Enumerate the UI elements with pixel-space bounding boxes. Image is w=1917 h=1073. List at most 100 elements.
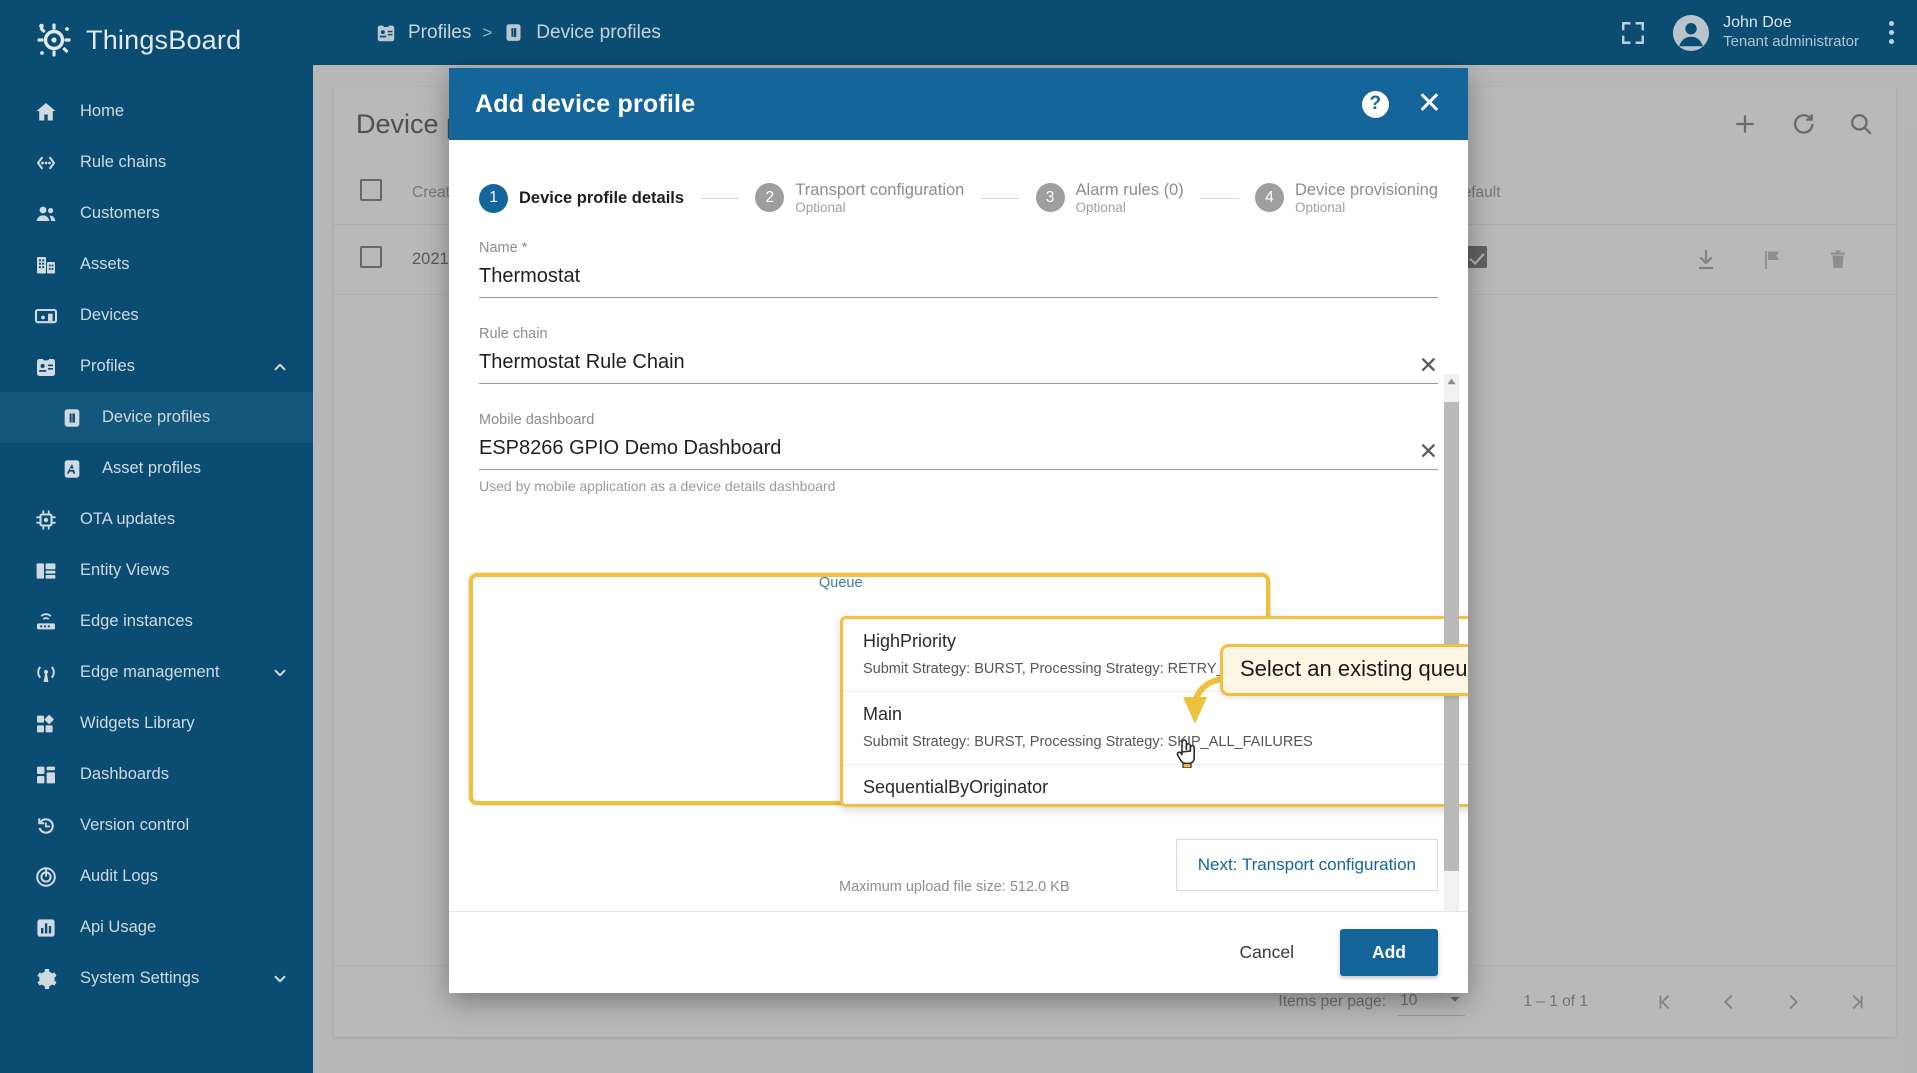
sidebar-item-edge-management[interactable]: Edge management (0, 647, 313, 698)
widgets-library-icon (34, 712, 58, 736)
sidebar-item-edge-instances[interactable]: Edge instances (0, 596, 313, 647)
sidebar-item-label: Asset profiles (102, 459, 202, 477)
api-usage-icon (34, 916, 58, 940)
stepper-step-1[interactable]: 1 Device profile details (479, 183, 684, 213)
clear-icon[interactable]: ✕ (1419, 439, 1438, 462)
sidebar-item-devices[interactable]: Devices (0, 290, 313, 341)
step-text: Transport configuration Optional (795, 181, 964, 215)
step-number: 2 (755, 183, 785, 213)
step-number: 4 (1254, 183, 1284, 213)
step-label: Device provisioning (1294, 180, 1439, 199)
stepper-step-2[interactable]: 2 Transport configuration Optional (755, 181, 964, 215)
queue-option-sequentialbyoriginator[interactable]: SequentialByOriginatorSubmit Strategy: S… (843, 765, 1468, 804)
sidebar-item-audit-logs[interactable]: Audit Logs (0, 851, 313, 902)
cancel-button[interactable]: Cancel (1219, 930, 1313, 975)
sidebar-item-profiles[interactable]: Profiles (0, 341, 313, 392)
step-optional: Optional (1075, 199, 1126, 215)
scrollbar-thumb[interactable] (1444, 402, 1459, 871)
sidebar-item-assets[interactable]: Assets (0, 239, 313, 290)
step-text: Alarm rules (0) Optional (1076, 181, 1184, 215)
breadcrumb-item-device-profiles[interactable]: Device profiles (503, 22, 661, 44)
sidebar-item-entity-views[interactable]: Entity Views (0, 545, 313, 596)
sidebar-item-rule-chains[interactable]: Rule chains (0, 137, 313, 188)
name-input[interactable]: Thermostat (479, 265, 1438, 288)
kebab-menu-icon[interactable] (1889, 21, 1895, 44)
sidebar-item-label: Dashboards (80, 765, 169, 783)
dialog-header: Add device profile ? ✕ (449, 68, 1468, 140)
chevron-up-icon[interactable] (271, 358, 289, 376)
sidebar-item-label: Device profiles (102, 408, 211, 426)
sidebar-item-asset-profiles[interactable]: Asset profiles (0, 443, 313, 494)
edge-instances-icon (34, 610, 58, 634)
queue-option-name: SequentialByOriginator (863, 777, 1049, 797)
stepper-step-3[interactable]: 3 Alarm rules (0) Optional (1035, 181, 1184, 215)
sidebar-item-home[interactable]: Home (0, 86, 313, 137)
sidebar-item-label: Audit Logs (80, 867, 158, 885)
device-profile-icon (60, 406, 84, 430)
queue-label: Queue (819, 575, 863, 591)
device-profile-icon (503, 22, 525, 44)
next-transport-configuration-button[interactable]: Next: Transport configuration (1175, 839, 1438, 891)
system-settings-icon (34, 967, 58, 991)
queue-option-description: Submit Strategy: BURST, Processing Strat… (863, 734, 1313, 750)
dialog-scrollbar[interactable] (1444, 374, 1459, 911)
rule-chain-label: Rule chain (479, 326, 548, 342)
assets-icon (34, 253, 58, 277)
stepper-connector (700, 197, 740, 199)
callout-tooltip: Select an existing queue from the list (1220, 644, 1468, 696)
chevron-down-icon[interactable] (271, 970, 289, 988)
topbar: Profiles > Device profiles John Doe Tena… (313, 0, 1917, 65)
add-button[interactable]: Add (1339, 929, 1438, 976)
upload-size-hint: Maximum upload file size: 512.0 KB (839, 879, 1070, 895)
step-number: 1 (479, 183, 508, 213)
mobile-dashboard-field: Mobile dashboard ESP8266 GPIO Demo Dashb… (479, 412, 1438, 494)
stepper-step-4[interactable]: 4 Device provisioning Optional (1254, 181, 1438, 215)
user-name: John Doe (1723, 14, 1792, 32)
rule-chain-input[interactable]: Thermostat Rule Chain (479, 351, 1419, 374)
chevron-down-icon[interactable] (271, 664, 289, 682)
scroll-up-icon[interactable] (1444, 374, 1459, 389)
sidebar-item-label: Devices (80, 306, 139, 324)
clear-icon[interactable]: ✕ (1419, 353, 1438, 376)
mobile-dashboard-input[interactable]: ESP8266 GPIO Demo Dashboard (479, 437, 1419, 460)
sidebar-item-api-usage[interactable]: Api Usage (0, 902, 313, 953)
stepper-connector (1199, 197, 1239, 199)
topbar-right: John Doe Tenant administrator (1620, 13, 1917, 52)
sidebar-item-device-profiles[interactable]: Device profiles (0, 392, 313, 443)
user-menu[interactable]: John Doe Tenant administrator (1672, 13, 1859, 52)
mobile-dashboard-input-row[interactable]: ESP8266 GPIO Demo Dashboard ✕ (479, 437, 1438, 470)
rule-chain-input-row[interactable]: Thermostat Rule Chain ✕ (479, 351, 1438, 384)
sidebar-nav: Home Rule chains Customers Assets Devices Pro… (0, 80, 313, 1004)
sidebar-item-ota-updates[interactable]: OTA updates (0, 494, 313, 545)
name-input-row[interactable]: Thermostat (479, 265, 1438, 298)
audit-logs-icon (34, 865, 58, 889)
stepper-connector (980, 197, 1020, 199)
sidebar-item-label: Assets (80, 255, 130, 273)
entity-views-icon (34, 559, 58, 583)
breadcrumb-separator: > (482, 22, 493, 42)
sidebar-item-dashboards[interactable]: Dashboards (0, 749, 313, 800)
fullscreen-icon[interactable] (1620, 20, 1646, 46)
step-text: Device profile details (519, 189, 684, 208)
sidebar-item-customers[interactable]: Customers (0, 188, 313, 239)
customers-icon (34, 202, 58, 226)
name-label: Name * (479, 240, 528, 256)
close-icon[interactable]: ✕ (1417, 89, 1442, 119)
dialog-stepper: 1 Device profile details 2 Transport config… (449, 162, 1468, 234)
sidebar-item-widgets-library[interactable]: Widgets Library (0, 698, 313, 749)
rule-chains-icon (34, 151, 58, 175)
step-label: Device profile details (519, 188, 685, 207)
version-control-icon (34, 814, 58, 838)
sidebar-item-system-settings[interactable]: System Settings (0, 953, 313, 1004)
mobile-dashboard-label: Mobile dashboard (479, 412, 595, 428)
sidebar-item-label: Edge instances (80, 612, 193, 630)
breadcrumb-item-profiles[interactable]: Profiles (375, 22, 471, 44)
step-text: Device provisioning Optional (1295, 181, 1438, 215)
queue-option-main[interactable]: Main Submit Strategy: BURST, Processing S… (843, 692, 1468, 765)
brand[interactable]: ThingsBoard (0, 0, 313, 80)
name-field: Name * Thermostat (479, 240, 1438, 298)
sidebar: ThingsBoard Home Rule chains Customers Asse… (0, 0, 313, 1073)
sidebar-item-version-control[interactable]: Version control (0, 800, 313, 851)
help-icon[interactable]: ? (1361, 90, 1389, 118)
next-button-wrap: Next: Transport configuration (1175, 839, 1438, 891)
